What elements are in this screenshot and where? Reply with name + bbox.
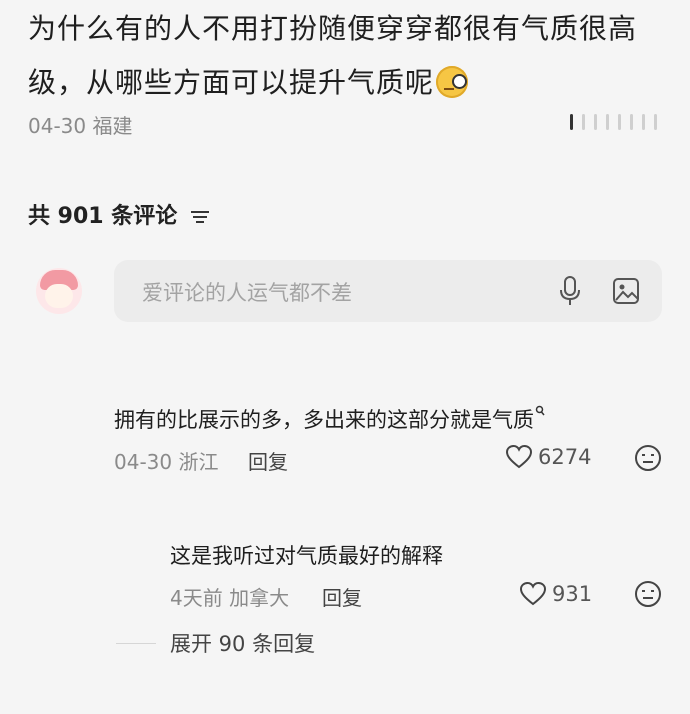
image-icon[interactable] — [612, 277, 640, 305]
expand-divider — [116, 643, 156, 644]
more-options-icon[interactable] — [570, 114, 657, 130]
heart-icon — [520, 582, 546, 606]
dislike-face-icon[interactable] — [634, 444, 662, 472]
like-count: 6274 — [538, 445, 592, 469]
reply-meta: 4天前 加拿大 — [170, 582, 289, 611]
reply-button[interactable]: 回复 — [322, 582, 362, 611]
heart-icon — [506, 445, 532, 469]
comment-date: 04-30 — [114, 450, 173, 474]
comment-location: 浙江 — [178, 450, 219, 474]
thinking-monocle-emoji-icon — [436, 66, 469, 98]
comment-input[interactable]: 爱评论的人运气都不差 — [114, 260, 662, 322]
search-icon[interactable] — [535, 405, 545, 417]
user-avatar[interactable] — [36, 268, 82, 314]
dislike-face-icon[interactable] — [634, 580, 662, 608]
microphone-icon[interactable] — [558, 276, 582, 306]
post-date: 04-30 — [28, 114, 87, 138]
comment-meta: 04-30 浙江 — [114, 446, 218, 475]
post-location: 福建 — [92, 114, 133, 138]
like-count: 931 — [552, 582, 593, 606]
post-title: 为什么有的人不用打扮随便穿穿都很有气质很高级，从哪些方面可以提升气质呢 — [28, 2, 668, 110]
comment-input-placeholder: 爱评论的人运气都不差 — [142, 281, 352, 305]
like-button[interactable]: 6274 — [506, 445, 591, 469]
comment-count-label: 共 901 条评论 — [28, 204, 178, 229]
sort-icon[interactable] — [190, 210, 209, 224]
post-meta: 04-30 福建 — [28, 110, 132, 139]
comment-text: 拥有的比展示的多，多出来的这部分就是气质 — [114, 404, 545, 434]
comment-text-content: 拥有的比展示的多，多出来的这部分就是气质 — [114, 408, 534, 432]
like-button[interactable]: 931 — [520, 582, 592, 606]
comment-count-header[interactable]: 共 901 条评论 — [28, 198, 209, 230]
expand-replies-button[interactable]: 展开 90 条回复 — [170, 628, 315, 658]
reply-button[interactable]: 回复 — [248, 446, 288, 475]
reply-location: 加拿大 — [229, 586, 290, 610]
reply-date: 4天前 — [170, 586, 223, 610]
reply-text: 这是我听过对气质最好的解释 — [170, 544, 443, 568]
post-title-text: 为什么有的人不用打扮随便穿穿都很有气质很高级，从哪些方面可以提升气质呢 — [28, 12, 638, 99]
